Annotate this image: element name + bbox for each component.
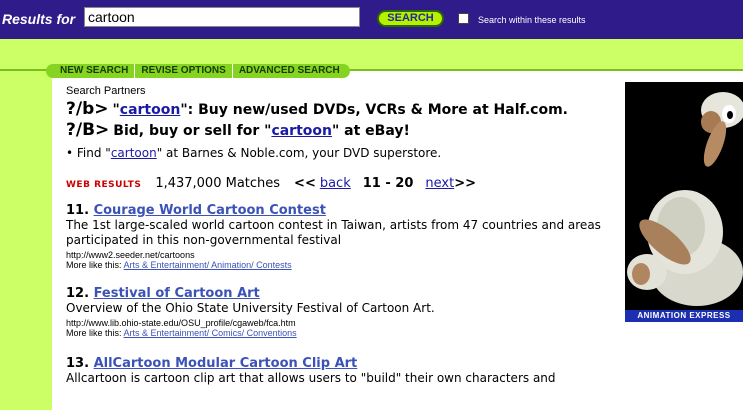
result-number: 11. <box>66 203 90 218</box>
search-button[interactable]: SEARCH <box>377 10 444 27</box>
ad-caption: ANIMATION EXPRESS <box>625 310 743 322</box>
match-count: 1,437,000 Matches <box>155 176 281 191</box>
result-description: Overview of the Ohio State University Fe… <box>66 301 435 315</box>
left-green-column <box>0 71 52 410</box>
partner-ad-link[interactable]: cartoon <box>120 102 181 118</box>
result-title-link[interactable]: AllCartoon Modular Cartoon Clip Art <box>94 356 358 371</box>
result-description: Allcartoon is cartoon clip art that allo… <box>66 371 556 385</box>
back-arrows: << <box>294 176 316 191</box>
search-within-checkbox[interactable] <box>458 13 469 24</box>
result-number: 13. <box>66 356 90 371</box>
partner-ad-halfcom: ?/b> "cartoon": Buy new/used DVDs, VCRs &… <box>66 99 568 119</box>
result-item: 12. Festival of Cartoon Art Overview of … <box>66 286 611 338</box>
top-bar: Results for SEARCH Search within these r… <box>0 0 743 39</box>
search-input[interactable] <box>84 7 360 27</box>
more-like-this: More like this: Arts & Entertainment/ An… <box>66 260 292 270</box>
tab-new-search[interactable]: NEW SEARCH <box>46 64 136 78</box>
partner-ad-link[interactable]: cartoon <box>271 123 332 139</box>
category-link[interactable]: Arts & Entertainment/ Comics/ Convention… <box>124 328 297 338</box>
result-number: 12. <box>66 286 90 301</box>
web-results-label: WEB RESULTS <box>66 180 142 190</box>
more-like-this: More like this: Arts & Entertainment/ Co… <box>66 328 297 338</box>
partner-find-bn: • Find "cartoon" at Barnes & Noble.com, … <box>66 146 442 160</box>
result-title-link[interactable]: Festival of Cartoon Art <box>94 286 260 301</box>
results-for-label: Results for <box>2 11 76 27</box>
broken-image-icon: ?/B> <box>66 120 110 140</box>
result-description: The 1st large-scaled world cartoon conte… <box>66 218 601 247</box>
back-link[interactable]: back <box>320 176 351 191</box>
next-link[interactable]: next <box>425 176 454 191</box>
result-url: http://www2.seeder.net/cartoons <box>66 250 195 260</box>
category-link[interactable]: Arts & Entertainment/ Animation/ Contest… <box>124 260 292 270</box>
web-results-bar: WEB RESULTS 1,437,000 Matches << back 11… <box>66 176 611 191</box>
search-within-label: Search within these results <box>478 15 586 25</box>
result-title-link[interactable]: Courage World Cartoon Contest <box>94 203 326 218</box>
result-range: 11 - 20 <box>362 176 414 191</box>
tab-advanced-search[interactable]: ADVANCED SEARCH <box>232 64 350 78</box>
result-url: http://www.lib.ohio-state.edu/OSU_profil… <box>66 318 296 328</box>
partner-ad-ebay: ?/B> Bid, buy or sell for "cartoon" at eB… <box>66 120 410 140</box>
next-arrows: >> <box>454 176 476 191</box>
animation-express-ad[interactable]: ANIMATION EXPRESS <box>625 82 743 322</box>
broken-image-icon: ?/b> <box>66 99 109 119</box>
sheep-animation-icon <box>625 82 743 322</box>
main-content: Search Partners ?/b> "cartoon": Buy new/u… <box>66 85 611 386</box>
partner-find-link[interactable]: cartoon <box>111 146 157 160</box>
result-item: 11. Courage World Cartoon Contest The 1s… <box>66 203 611 270</box>
tab-revise-options[interactable]: REVISE OPTIONS <box>135 64 233 78</box>
bullet-icon: • <box>66 146 74 160</box>
result-item: 13. AllCartoon Modular Cartoon Clip Art … <box>66 356 611 386</box>
search-partners-label: Search Partners <box>66 85 146 97</box>
search-tabs: NEW SEARCH REVISE OPTIONS ADVANCED SEARC… <box>46 64 350 78</box>
